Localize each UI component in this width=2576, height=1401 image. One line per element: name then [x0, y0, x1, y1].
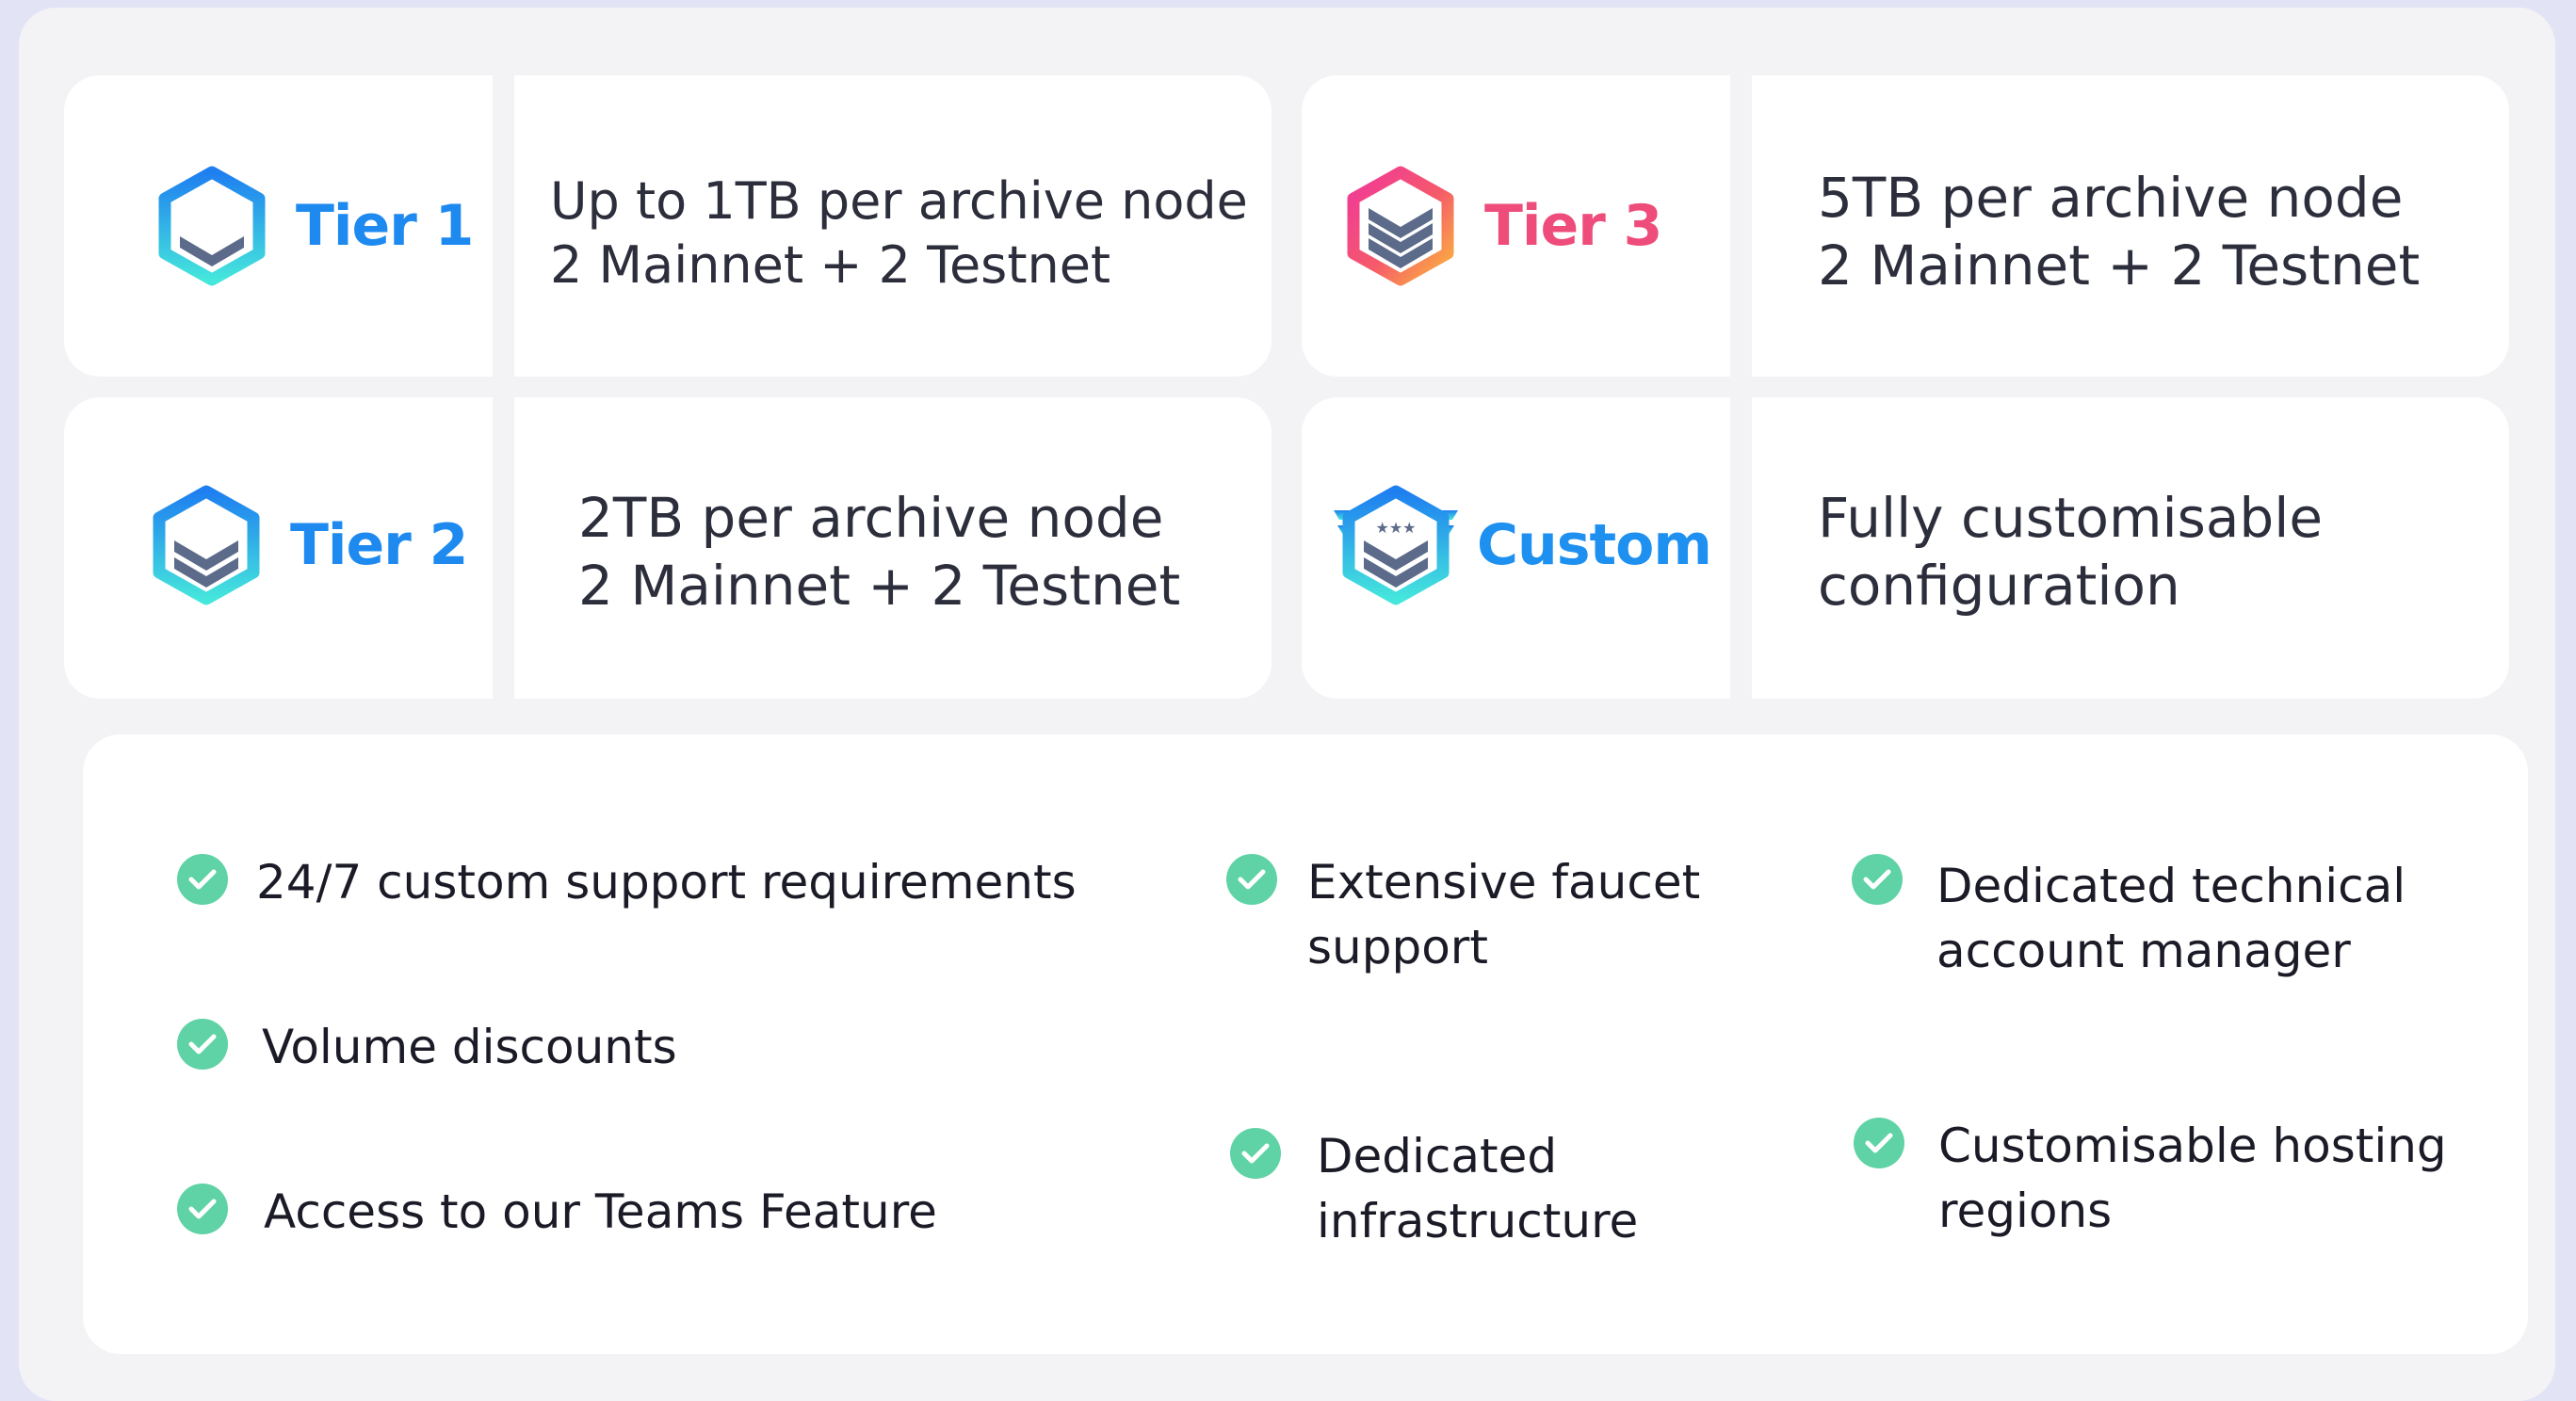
- feature-text: 24/7 custom support requirements: [256, 850, 1077, 915]
- custom-description-card: Fully customisable configuration: [1752, 397, 2509, 699]
- feature-item-support: 24/7 custom support requirements: [177, 850, 1077, 915]
- check-icon: [1226, 854, 1277, 905]
- tier-1-badge: Tier 1: [154, 165, 474, 287]
- custom-label: Custom: [1477, 512, 1712, 578]
- feature-item-hosting-regions: Customisable hosting regions: [1854, 1114, 2447, 1244]
- tier-3-badge: Tier 3: [1343, 165, 1662, 287]
- feature-line: Dedicated: [1317, 1129, 1558, 1184]
- tier-2-label: Tier 2: [290, 512, 468, 578]
- feature-line: infrastructure: [1317, 1194, 1639, 1248]
- custom-badge: ★★★ Custom: [1330, 484, 1712, 606]
- check-icon: [177, 854, 228, 905]
- custom-description-line-2: configuration: [1818, 554, 2180, 618]
- tier-1-networks: 2 Mainnet + 2 Testnet: [550, 235, 1111, 295]
- check-icon: [177, 1184, 228, 1234]
- tier-3-description: 5TB per archive node 2 Mainnet + 2 Testn…: [1818, 164, 2420, 299]
- tier-2-description: 2TB per archive node 2 Mainnet + 2 Testn…: [578, 484, 1180, 620]
- tier-2-badge: Tier 2: [149, 484, 468, 606]
- tier-2-badge-card: Tier 2: [64, 397, 493, 699]
- tier-1-label: Tier 1: [296, 193, 474, 259]
- tier-2-description-card: 2TB per archive node 2 Mainnet + 2 Testn…: [514, 397, 1272, 699]
- feature-line: Customisable hosting: [1938, 1119, 2447, 1173]
- feature-item-faucet: Extensive faucet support: [1226, 850, 1700, 980]
- tier-3-storage: 5TB per archive node: [1818, 166, 2404, 230]
- feature-line: Access to our Teams Feature: [264, 1184, 937, 1239]
- tier-3-description-card: 5TB per archive node 2 Mainnet + 2 Testn…: [1752, 75, 2509, 377]
- feature-line: Extensive faucet: [1307, 855, 1701, 910]
- tier-2-storage: 2TB per archive node: [578, 486, 1164, 550]
- feature-item-teams: Access to our Teams Feature: [177, 1180, 937, 1245]
- custom-description: Fully customisable configuration: [1818, 484, 2323, 620]
- feature-text: Access to our Teams Feature: [264, 1180, 937, 1245]
- tier-1-badge-card: Tier 1: [64, 75, 493, 377]
- check-icon: [1230, 1128, 1281, 1179]
- plans-panel: Tier 1 Up to 1TB per archive node 2 Main…: [19, 8, 2555, 1401]
- tier-1-storage: Up to 1TB per archive node: [550, 171, 1248, 231]
- feature-item-account-manager: Dedicated technical account manager: [1852, 850, 2406, 984]
- tier-1-description-card: Up to 1TB per archive node 2 Mainnet + 2…: [514, 75, 1272, 377]
- feature-line: support: [1307, 920, 1488, 974]
- feature-line: Volume discounts: [262, 1020, 677, 1074]
- feature-line: account manager: [1936, 924, 2351, 978]
- svg-text:★★★: ★★★: [1375, 519, 1416, 537]
- feature-text: Customisable hosting regions: [1938, 1114, 2447, 1244]
- feature-line: regions: [1938, 1184, 2113, 1238]
- feature-line: Dedicated technical: [1936, 859, 2406, 913]
- feature-text: Dedicated infrastructure: [1317, 1124, 1638, 1254]
- feature-text: Dedicated technical account manager: [1936, 854, 2406, 984]
- check-icon: [177, 1019, 228, 1070]
- winged-hexagon-stars-icon: ★★★: [1334, 485, 1458, 605]
- custom-badge-card: ★★★ Custom: [1302, 397, 1730, 699]
- feature-text: Volume discounts: [262, 1015, 677, 1080]
- tier-2-networks: 2 Mainnet + 2 Testnet: [578, 554, 1181, 618]
- feature-item-infrastructure: Dedicated infrastructure: [1230, 1124, 1638, 1254]
- tier-3-networks: 2 Mainnet + 2 Testnet: [1818, 234, 2421, 298]
- hexagon-stack-icon: [153, 485, 260, 605]
- hexagon-stack-icon: [1347, 166, 1454, 286]
- check-icon: [1854, 1118, 1904, 1168]
- custom-description-line-1: Fully customisable: [1818, 486, 2324, 550]
- feature-line: 24/7 custom support requirements: [256, 855, 1077, 910]
- tier-3-badge-card: Tier 3: [1302, 75, 1730, 377]
- check-icon: [1852, 854, 1903, 905]
- feature-item-volume-discounts: Volume discounts: [177, 1015, 677, 1080]
- tier-3-label: Tier 3: [1484, 193, 1662, 259]
- feature-text: Extensive faucet support: [1307, 850, 1700, 980]
- tier-1-description: Up to 1TB per archive node 2 Mainnet + 2…: [550, 169, 1248, 298]
- features-card: 24/7 custom support requirements Volume …: [83, 734, 2528, 1354]
- hexagon-stack-icon: [158, 166, 266, 286]
